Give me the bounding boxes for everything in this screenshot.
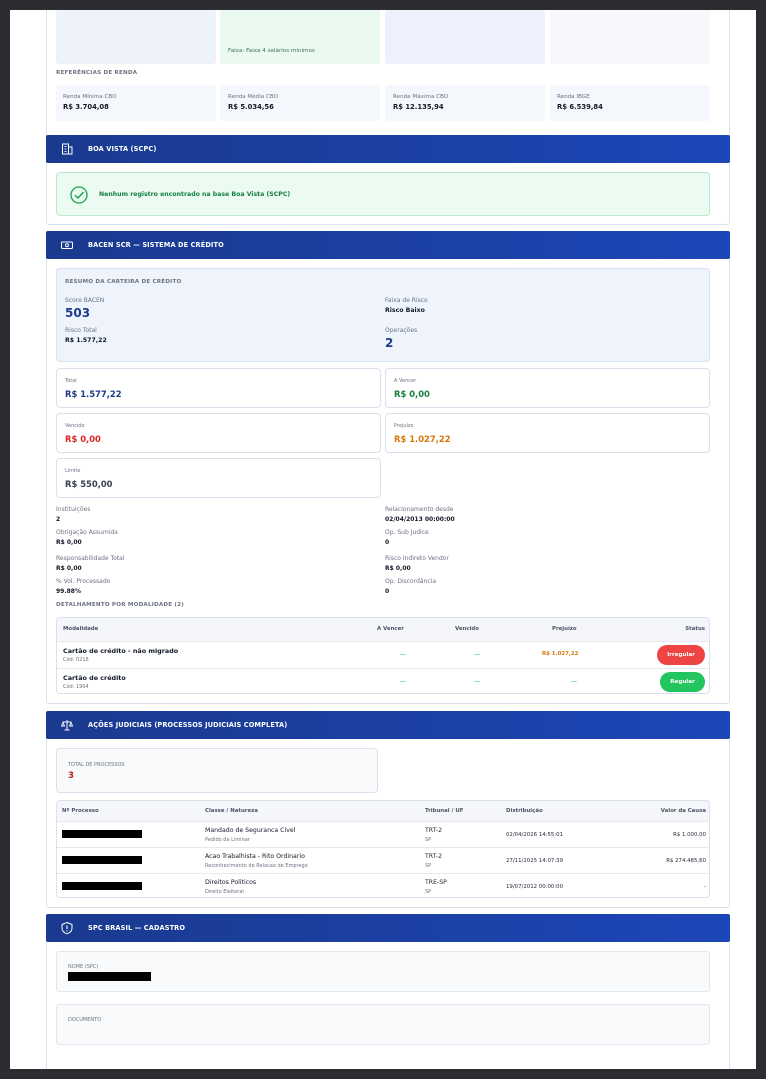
modalidade-title: DETALHAMENTO POR MODALIDADE (2) xyxy=(56,602,184,608)
spc-title: SPC BRASIL — CADASTRO xyxy=(88,924,186,932)
score-label: Score BACEN xyxy=(65,297,105,304)
renda-card-4 xyxy=(550,10,710,64)
status-badge: Irregular xyxy=(657,645,705,665)
table-row: Acao Trabalhista - Rito Ordinario Reconh… xyxy=(57,847,709,873)
acoes-header: AÇÕES JUDICIAIS (PROCESSOS JUDICIAIS COM… xyxy=(46,711,730,739)
risco-total-value: R$ 1.577,22 xyxy=(65,337,107,344)
resumo-carteira: RESUMO DA CARTEIRA DE CRÉDITO Score BACE… xyxy=(56,268,710,362)
report-page: Faixa: Faixa 4 salários mínimos REFERÊNC… xyxy=(10,10,756,1069)
referencias-title: REFERÊNCIAS DE RENDA xyxy=(56,70,138,76)
boavista-header: BOA VISTA (SCPC) xyxy=(46,135,730,163)
ref-card-media: Renda Média CBO R$ 5.034,56 xyxy=(220,85,380,121)
table-row: Cartão de crédito - não migrado Cód: 021… xyxy=(57,641,709,668)
card-prejuizo: Prejuízo R$ 1.027,22 xyxy=(385,413,710,453)
operacoes-label: Operações xyxy=(385,327,418,334)
boavista-title: BOA VISTA (SCPC) xyxy=(88,145,157,153)
total-processos-card: TOTAL DE PROCESSOS 3 xyxy=(56,748,378,793)
shield-alert-icon xyxy=(58,919,76,937)
score-value: 503 xyxy=(65,306,91,320)
scale-icon xyxy=(58,716,76,734)
redacted-process-number xyxy=(62,882,142,890)
table-row: Cartão de crédito Cód: 1904 — — — Regula… xyxy=(57,668,709,693)
modalidade-table-header: Modalidade A Vencer Vencido Prejuízo Sta… xyxy=(57,618,709,641)
table-row: Mandado de Seguranca Cível Pedido de Lim… xyxy=(57,821,709,847)
renda-card-faixa: Faixa: Faixa 4 salários mínimos xyxy=(220,10,380,64)
redacted-process-number xyxy=(62,856,142,864)
card-avencer: A Vencer R$ 0,00 xyxy=(385,368,710,408)
spc-documento-field: DOCUMENTO xyxy=(56,1004,710,1045)
card-vencido: Vencido R$ 0,00 xyxy=(56,413,381,453)
table-row: Direitos Politicos Direito Eleitoral TRE… xyxy=(57,873,709,897)
spc-nome-field: NOME (SPC) xyxy=(56,951,710,992)
faixa-text: Faixa: Faixa 4 salários mínimos xyxy=(228,48,315,54)
building-icon xyxy=(58,140,76,158)
modalidade-table: Modalidade A Vencer Vencido Prejuízo Sta… xyxy=(56,617,710,694)
processos-table: Nº Processo Classe / Natureza Tribunal /… xyxy=(56,800,710,898)
operacoes-value: 2 xyxy=(385,336,394,350)
ref-card-min: Renda Mínima CBO R$ 3.704,08 xyxy=(56,85,216,121)
risco-total-label: Risco Total xyxy=(65,327,97,334)
check-circle-icon xyxy=(69,185,89,209)
card-total: Total R$ 1.577,22 xyxy=(56,368,381,408)
redacted-process-number xyxy=(62,830,142,838)
status-badge: Regular xyxy=(660,672,705,692)
acoes-title: AÇÕES JUDICIAIS (PROCESSOS JUDICIAIS COM… xyxy=(88,721,288,729)
boavista-success-box: Nenhum registro encontrado na base Boa V… xyxy=(56,172,710,216)
banknote-icon xyxy=(58,236,76,254)
redacted-name xyxy=(68,972,151,981)
resumo-title: RESUMO DA CARTEIRA DE CRÉDITO xyxy=(65,279,182,285)
renda-card-3 xyxy=(385,10,545,64)
ref-card-ibge: Renda IBGE R$ 6.539,84 xyxy=(550,85,710,121)
card-limite: Limite R$ 550,00 xyxy=(56,458,381,498)
faixa-risco-label: Faixa de Risco xyxy=(385,297,428,304)
faixa-risco-value: Risco Baixo xyxy=(385,307,425,314)
spc-header: SPC BRASIL — CADASTRO xyxy=(46,914,730,942)
bacen-title: BACEN SCR — SISTEMA DE CRÉDITO xyxy=(88,241,224,249)
processos-table-header: Nº Processo Classe / Natureza Tribunal /… xyxy=(57,801,709,821)
bacen-header: BACEN SCR — SISTEMA DE CRÉDITO xyxy=(46,231,730,259)
ref-card-max: Renda Máxima CBO R$ 12.135,94 xyxy=(385,85,545,121)
renda-card-1 xyxy=(56,10,216,64)
boavista-message: Nenhum registro encontrado na base Boa V… xyxy=(99,191,291,198)
